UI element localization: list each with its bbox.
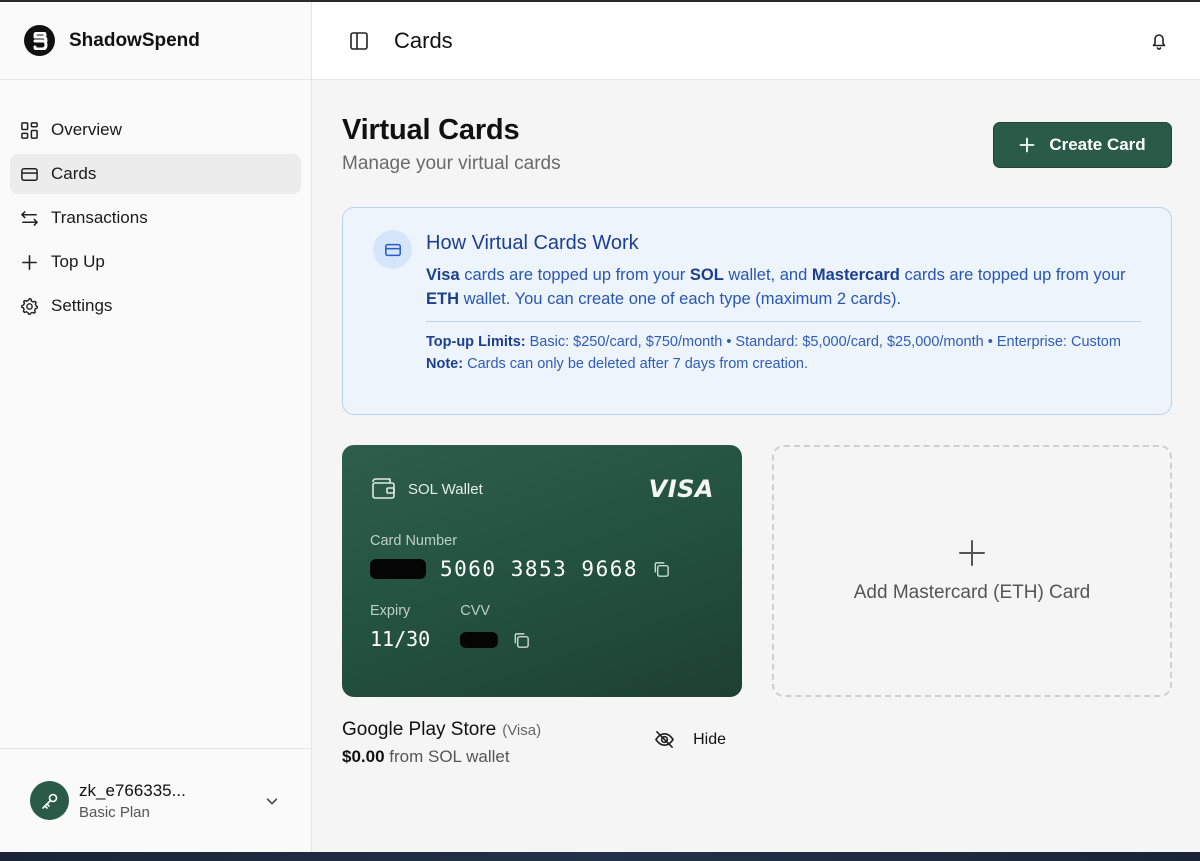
add-mastercard-button[interactable]: Add Mastercard (ETH) Card [772, 445, 1172, 697]
expiry-value: 11/30 [370, 627, 431, 651]
deletion-note: Note: Cards can only be deleted after 7 … [426, 356, 809, 372]
wallet-label: SOL Wallet [408, 480, 483, 498]
sidebar-item-label: Transactions [51, 208, 148, 227]
shadowspend-logo-icon [24, 25, 55, 56]
chevron-down-icon[interactable] [263, 792, 281, 810]
user-name: zk_e766335... [79, 780, 186, 800]
heading: Virtual Cards [342, 114, 520, 146]
wallet-icon [372, 478, 395, 499]
create-card-label: Create Card [1049, 135, 1146, 154]
sidebar-nav: Overview Cards Transactions Top Up Setti… [0, 80, 311, 326]
sidebar-toggle-icon[interactable] [348, 30, 370, 52]
card-number: 5060 3853 9668 [440, 557, 639, 581]
sidebar-item-top-up[interactable]: Top Up [10, 242, 301, 282]
content: Virtual Cards Manage your virtual cards … [312, 80, 1200, 767]
plus-icon [1019, 137, 1035, 153]
visa-logo: VISA [648, 475, 714, 503]
gear-icon [20, 297, 39, 315]
sidebar-item-settings[interactable]: Settings [10, 286, 301, 326]
divider [426, 321, 1141, 322]
sidebar-item-label: Top Up [51, 252, 105, 271]
user-menu[interactable]: zk_e766335... Basic Plan [0, 748, 311, 852]
info-title: How Virtual Cards Work [426, 232, 639, 254]
sidebar-item-label: Cards [51, 164, 97, 183]
copy-icon[interactable] [512, 631, 531, 650]
credit-card-icon [21, 167, 38, 181]
sidebar-item-label: Settings [51, 296, 113, 315]
topbar: Cards [312, 2, 1200, 80]
arrows-exchange-icon [21, 210, 38, 226]
card-name: Google Play Store [342, 719, 497, 740]
info-panel: How Virtual Cards Work Visa cards are to… [342, 207, 1172, 415]
avatar [30, 781, 69, 820]
copy-icon[interactable] [652, 560, 671, 579]
user-plan: Basic Plan [79, 803, 150, 821]
grid-icon [21, 121, 38, 139]
sidebar: ShadowSpend Overview Cards Transactions … [0, 2, 312, 852]
sidebar-item-overview[interactable]: Overview [10, 110, 301, 150]
main-area: Cards Virtual Cards Manage your virtual … [312, 2, 1200, 852]
info-text: Visa cards are topped up from your SOL w… [426, 266, 1126, 308]
sidebar-item-transactions[interactable]: Transactions [10, 198, 301, 238]
plus-icon [22, 254, 37, 270]
subheading: Manage your virtual cards [342, 153, 561, 174]
hide-card-button[interactable]: Hide [654, 729, 726, 750]
redacted-digits [370, 559, 426, 579]
redacted-cvv [460, 632, 499, 648]
brand-name: ShadowSpend [69, 29, 200, 51]
cvv-label: CVV [460, 603, 491, 619]
page-title: Cards [394, 27, 453, 53]
plus-icon [959, 540, 985, 566]
eye-off-icon [655, 731, 674, 748]
card-balance: $0.00 from SOL wallet [342, 747, 510, 766]
key-icon [41, 793, 57, 809]
brand[interactable]: ShadowSpend [0, 2, 311, 80]
virtual-card-visa[interactable]: SOL Wallet VISA Card Number 5060 3853 96… [342, 445, 742, 697]
hide-label: Hide [693, 730, 726, 748]
app-window: ShadowSpend Overview Cards Transactions … [0, 2, 1200, 852]
sidebar-item-label: Overview [51, 120, 122, 139]
bell-icon[interactable] [1148, 30, 1170, 52]
add-card-label: Add Mastercard (ETH) Card [853, 582, 1091, 603]
card-type: (Visa) [502, 722, 542, 739]
card-meta: Google Play Store (Visa) $0.00 from SOL w… [342, 719, 742, 767]
create-card-button[interactable]: Create Card [993, 122, 1172, 168]
taskbar-edge [0, 852, 1200, 861]
topup-limits: Top-up Limits: Basic: $250/card, $750/mo… [426, 334, 1121, 350]
expiry-label: Expiry [370, 603, 411, 619]
card-number-label: Card Number [370, 533, 458, 549]
sidebar-item-cards[interactable]: Cards [10, 154, 301, 194]
credit-card-icon [373, 230, 412, 269]
